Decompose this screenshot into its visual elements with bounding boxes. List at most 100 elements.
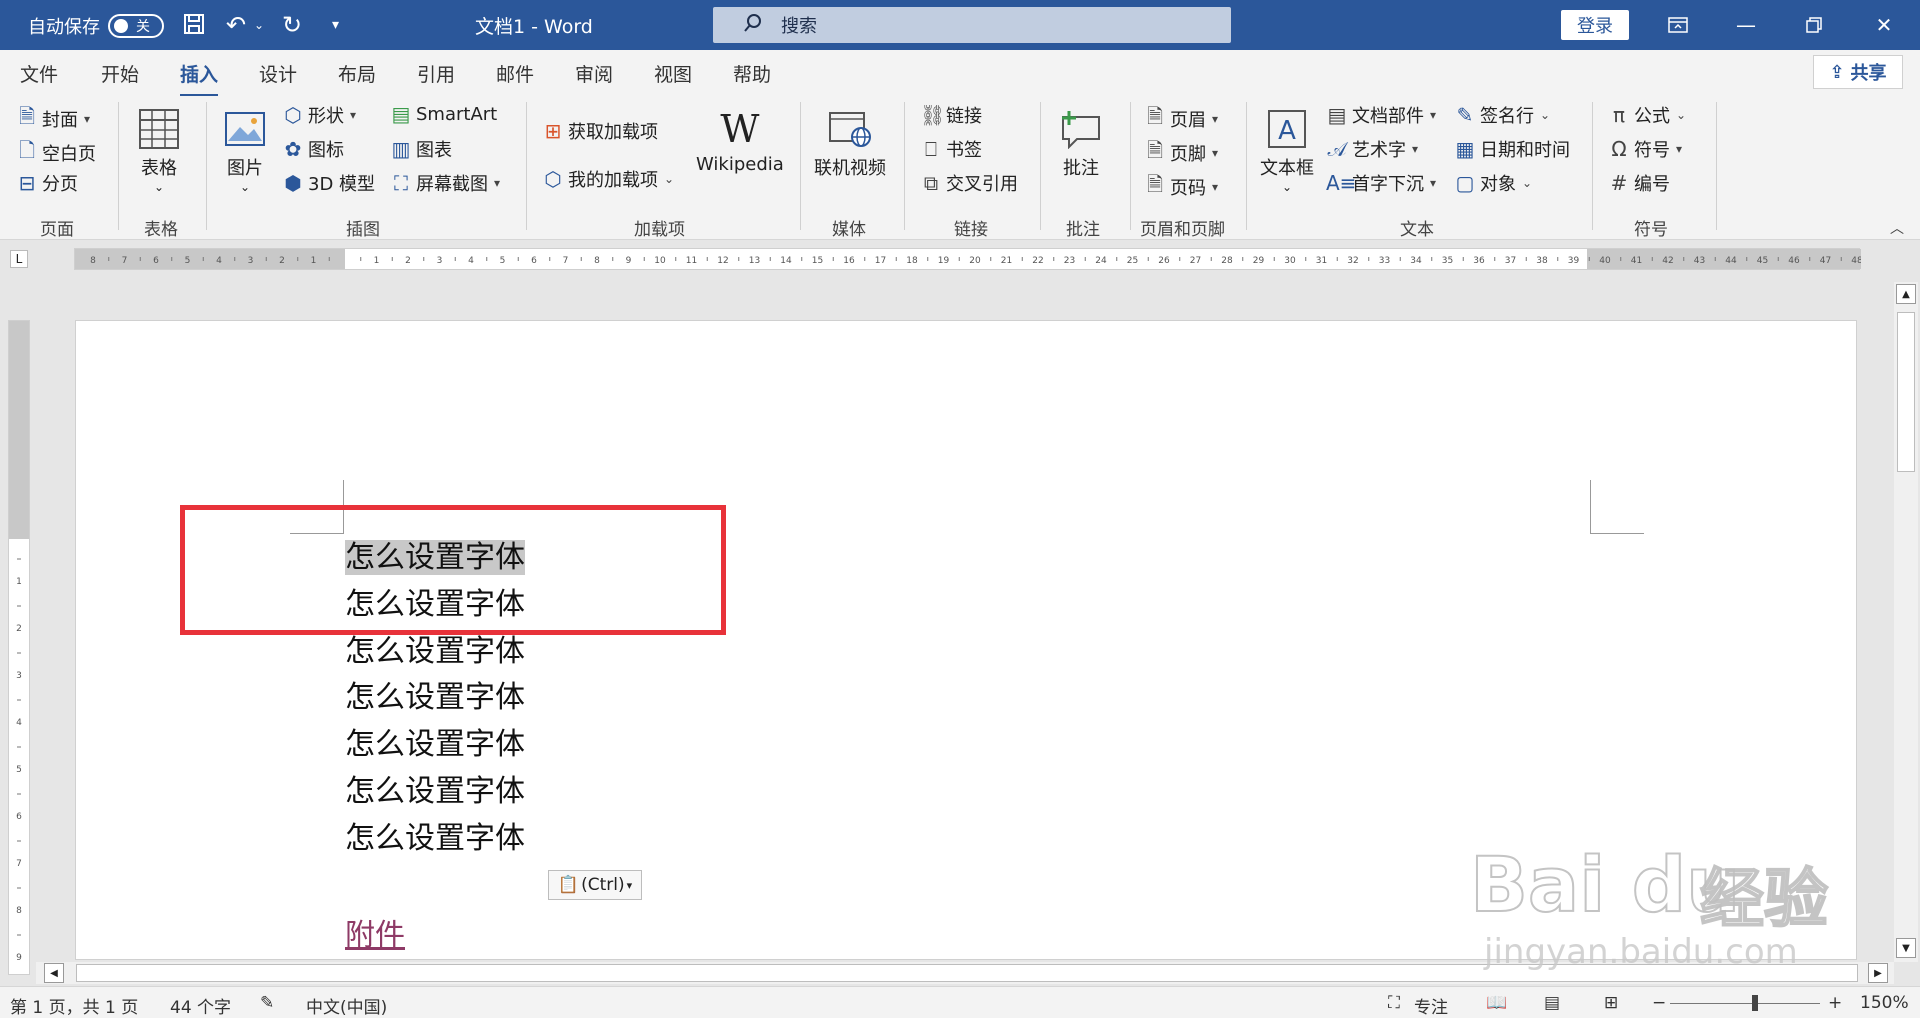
tab-mailings[interactable]: 邮件 bbox=[496, 60, 534, 87]
new-comment-button[interactable]: 批注 bbox=[1058, 106, 1104, 180]
customize-toolbar-icon[interactable]: ▾ bbox=[332, 12, 339, 38]
ruler-ticks: 8 7 6 5 4 3 2 1 1 2 3 4 5 6 7 8 9 10 11 12 13 14 15 16 17 18 19 20 2… bbox=[90, 256, 1861, 266]
zoom-level[interactable]: 150% bbox=[1860, 993, 1909, 1013]
chart-button[interactable]: ▥ 图表 bbox=[390, 136, 452, 162]
focus-label[interactable]: 专注 bbox=[1414, 993, 1448, 1018]
search-input[interactable]: 搜索 bbox=[713, 7, 1231, 43]
print-layout-icon[interactable]: ▤ bbox=[1544, 993, 1560, 1013]
drop-cap-button[interactable]: A≡ 首字下沉 ▾ bbox=[1326, 170, 1436, 196]
zoom-in-button[interactable]: + bbox=[1828, 993, 1842, 1013]
web-layout-icon[interactable]: ⊞ bbox=[1604, 993, 1618, 1013]
date-time-button[interactable]: ▦ 日期和时间 bbox=[1454, 136, 1570, 162]
chevron-down-icon: ▾ bbox=[626, 878, 633, 892]
ruler-tick-label: 1 bbox=[311, 256, 317, 266]
header-button[interactable]: 🗎 页眉 ▾ bbox=[1144, 102, 1218, 136]
my-addins-button[interactable]: ⬡ 我的加载项 ⌄ bbox=[542, 166, 674, 192]
read-mode-icon[interactable]: 📖 bbox=[1486, 993, 1507, 1013]
signature-icon: ✎ bbox=[1456, 103, 1474, 127]
tab-review[interactable]: 审阅 bbox=[575, 60, 613, 87]
group-label-addins: 加载项 bbox=[634, 220, 685, 240]
document-line[interactable]: 怎么设置字体 bbox=[345, 630, 525, 674]
number-button[interactable]: # 编号 bbox=[1608, 170, 1670, 196]
vertical-ruler[interactable]: 4321123456789 bbox=[8, 320, 30, 983]
screenshot-button[interactable]: ⛶ 屏幕截图 ▾ bbox=[390, 170, 500, 196]
chevron-down-icon: ▾ bbox=[350, 108, 357, 122]
wordart-button[interactable]: 𝒜 艺术字 ▾ bbox=[1326, 136, 1419, 162]
tab-help[interactable]: 帮助 bbox=[733, 60, 771, 87]
store-icon: ⊞ bbox=[544, 119, 562, 143]
quick-parts-button[interactable]: ▤ 文档部件 ▾ bbox=[1326, 102, 1436, 128]
equation-button[interactable]: π 公式 ⌄ bbox=[1608, 102, 1686, 128]
autosave-control[interactable]: 自动保存 关 bbox=[28, 13, 164, 39]
3d-model-button[interactable]: ⬢ 3D 模型 bbox=[282, 170, 375, 196]
undo-icon[interactable]: ↶ bbox=[226, 12, 246, 38]
text-box-button[interactable]: A 文本框 ⌄ bbox=[1260, 106, 1314, 194]
bookmark-button[interactable]: ⎕ 书签 bbox=[920, 136, 982, 162]
picture-button[interactable]: 图片 ⌄ bbox=[222, 106, 268, 194]
chevron-down-icon: ▾ bbox=[84, 112, 91, 126]
document-line[interactable]: 怎么设置字体 bbox=[345, 723, 525, 767]
undo-dropdown-icon[interactable]: ⌄ bbox=[254, 12, 264, 38]
wikipedia-button[interactable]: W Wikipedia bbox=[696, 106, 784, 175]
document-line[interactable]: 怎么设置字体 bbox=[345, 676, 525, 720]
tab-selector[interactable]: L bbox=[10, 250, 28, 268]
chevron-down-icon: ▾ bbox=[1430, 108, 1437, 122]
scroll-right-icon[interactable]: ▶ bbox=[1868, 963, 1888, 983]
symbol-button[interactable]: Ω 符号 ▾ bbox=[1608, 136, 1682, 162]
scroll-left-icon[interactable]: ◀ bbox=[44, 963, 64, 983]
tab-layout[interactable]: 布局 bbox=[338, 60, 376, 87]
ruler-tick-label: 13 bbox=[749, 256, 760, 266]
proofing-icon[interactable]: ✎ bbox=[260, 993, 274, 1013]
minimize-icon[interactable]: — bbox=[1724, 8, 1768, 42]
zoom-slider-thumb[interactable] bbox=[1752, 995, 1758, 1011]
blank-page-button[interactable]: 🗋 空白页 bbox=[16, 136, 96, 170]
shapes-button[interactable]: ⬡ 形状 ▾ bbox=[282, 102, 356, 128]
paste-options-button[interactable]: 📋 (Ctrl) ▾ bbox=[548, 870, 642, 900]
page-break-button[interactable]: ⊟ 分页 bbox=[16, 170, 78, 196]
ruler-tick-label: 14 bbox=[780, 256, 792, 266]
scroll-up-icon[interactable]: ▲ bbox=[1896, 284, 1916, 304]
footer-button[interactable]: 🗎 页脚 ▾ bbox=[1144, 136, 1218, 170]
online-video-button[interactable]: 联机视频 bbox=[814, 106, 886, 180]
share-button[interactable]: ⇪ 共享 bbox=[1813, 55, 1903, 89]
login-button[interactable]: 登录 bbox=[1561, 10, 1629, 40]
tab-home[interactable]: 开始 bbox=[101, 60, 139, 87]
get-addins-button[interactable]: ⊞ 获取加载项 bbox=[542, 118, 658, 144]
redo-icon[interactable]: ↻ bbox=[282, 12, 302, 38]
focus-icon[interactable]: ⛶ bbox=[1388, 993, 1400, 1013]
scroll-thumb[interactable] bbox=[1897, 312, 1915, 472]
zoom-slider[interactable] bbox=[1670, 1003, 1820, 1004]
horizontal-ruler[interactable]: 8 7 6 5 4 3 2 1 1 2 3 4 5 6 7 8 9 10 11 12 13 14 15 16 17 18 19 20 2… bbox=[74, 248, 1861, 270]
cover-page-button[interactable]: 🗎 封面 ▾ bbox=[16, 102, 90, 136]
link-button[interactable]: ⛓ 链接 bbox=[920, 102, 982, 128]
zoom-out-button[interactable]: − bbox=[1652, 993, 1666, 1013]
page-count[interactable]: 第 1 页，共 1 页 bbox=[10, 993, 138, 1018]
collapse-ribbon-icon[interactable]: ︿ bbox=[1890, 218, 1904, 238]
tab-insert[interactable]: 插入 bbox=[180, 60, 219, 97]
vertical-scrollbar[interactable]: ▲ ▼ bbox=[1894, 282, 1918, 962]
object-button[interactable]: ▢ 对象 ⌄ bbox=[1454, 170, 1533, 196]
word-count[interactable]: 44 个字 bbox=[170, 993, 231, 1018]
table-button[interactable]: 表格 ⌄ bbox=[136, 106, 182, 194]
tab-view[interactable]: 视图 bbox=[654, 60, 692, 87]
attachment-link[interactable]: 附件 bbox=[345, 910, 405, 954]
cross-reference-button[interactable]: ⧉ 交叉引用 bbox=[920, 170, 1018, 196]
document-line[interactable]: 怎么设置字体 bbox=[345, 817, 525, 861]
blank-page-icon: 🗋 bbox=[18, 138, 36, 162]
tab-design[interactable]: 设计 bbox=[259, 60, 297, 87]
tab-file[interactable]: 文件 bbox=[20, 60, 58, 87]
signature-line-button[interactable]: ✎ 签名行 ⌄ bbox=[1454, 102, 1550, 128]
close-icon[interactable]: ✕ bbox=[1862, 8, 1906, 42]
autosave-toggle[interactable]: 关 bbox=[108, 14, 164, 38]
document-line[interactable]: 怎么设置字体 bbox=[345, 770, 525, 814]
smartart-button[interactable]: ▤ SmartArt bbox=[390, 102, 498, 126]
save-icon[interactable] bbox=[182, 12, 206, 41]
restore-icon[interactable] bbox=[1792, 8, 1836, 42]
ribbon-display-options-icon[interactable] bbox=[1656, 8, 1700, 42]
language-indicator[interactable]: 中文(中国) bbox=[306, 993, 387, 1018]
icons-button[interactable]: ✿ 图标 bbox=[282, 136, 344, 162]
scroll-down-icon[interactable]: ▼ bbox=[1896, 938, 1916, 958]
tab-references[interactable]: 引用 bbox=[417, 60, 455, 87]
group-separator bbox=[118, 102, 119, 230]
page-number-button[interactable]: 🗎 页码 ▾ bbox=[1144, 170, 1218, 204]
